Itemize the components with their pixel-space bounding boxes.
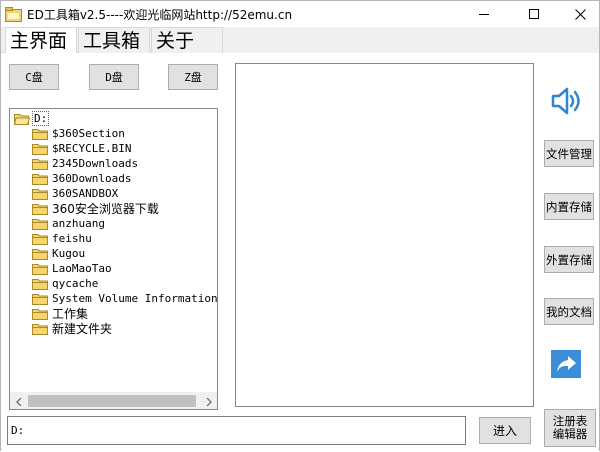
tab-strip: 主界面 工具箱 关于 (1, 27, 599, 54)
tree-folder-item[interactable]: Kugou (32, 246, 85, 261)
title-bar: ED工具箱v2.5----欢迎光临网站http://52emu.cn (1, 1, 599, 27)
main-panel: C盘 D盘 Z盘 D: $360Section $RECYCLE.BIN 2345D… (1, 53, 599, 452)
tree-folder-item[interactable]: anzhuang (32, 216, 105, 231)
preview-area (235, 63, 534, 407)
enter-button[interactable]: 进入 (479, 417, 531, 444)
share-button[interactable] (551, 350, 581, 378)
folder-icon (32, 233, 48, 245)
maximize-button[interactable] (511, 1, 557, 27)
tree-folder-item[interactable]: feishu (32, 231, 92, 246)
tab-strip-fill (223, 27, 599, 53)
folder-tree[interactable]: D: $360Section $RECYCLE.BIN 2345Downloads 3… (9, 108, 218, 410)
app-window: ED工具箱v2.5----欢迎光临网站http://52emu.cn 主界面 工… (0, 0, 600, 452)
tree-folder-label: 2345Downloads (52, 157, 139, 170)
chevron-left-icon (15, 397, 21, 406)
tree-folder-item[interactable]: System Volume Information (32, 291, 217, 306)
maximize-icon (528, 8, 539, 19)
tree-folder-label: 360安全浏览器下载 (52, 202, 159, 216)
window-title: ED工具箱v2.5----欢迎光临网站http://52emu.cn (27, 8, 293, 22)
tree-folder-label: 360SANDBOX (52, 187, 119, 200)
share-arrow-icon (557, 356, 576, 372)
folder-icon (32, 308, 48, 320)
folder-icon (32, 128, 48, 140)
scroll-thumb[interactable] (28, 395, 196, 407)
tree-folder-item[interactable]: $360Section (32, 126, 125, 141)
tree-folder-item[interactable]: 2345Downloads (32, 156, 138, 171)
folder-icon (32, 278, 48, 290)
tree-folder-label: 360Downloads (52, 172, 132, 185)
path-input[interactable] (7, 416, 466, 445)
tree-folder-label: $360Section (52, 127, 125, 140)
app-icon (5, 7, 22, 22)
tree-folder-item[interactable]: $RECYCLE.BIN (32, 141, 131, 156)
minimize-icon (478, 13, 489, 15)
folder-icon (32, 218, 48, 230)
folder-icon (32, 293, 48, 305)
tree-folder-item[interactable]: qycache (32, 276, 98, 291)
horizontal-scrollbar[interactable] (10, 392, 217, 409)
scroll-right-arrow[interactable] (200, 393, 217, 409)
drive-c-button[interactable]: C盘 (9, 64, 59, 90)
speaker-icon[interactable] (549, 85, 585, 117)
tree-folder-label: feishu (52, 232, 92, 245)
tab-main[interactable]: 主界面 (5, 27, 77, 54)
tree-folder-item[interactable]: LaoMaoTao (32, 261, 112, 276)
folder-icon (32, 248, 48, 260)
close-icon (574, 8, 586, 20)
drive-z-button[interactable]: Z盘 (168, 64, 218, 90)
tree-folder-item[interactable]: 工作集 (32, 306, 88, 321)
folder-icon (32, 158, 48, 170)
tree-folder-item[interactable]: 新建文件夹 (32, 321, 112, 336)
tree-folder-item[interactable]: 360Downloads (32, 171, 131, 186)
tab-toolbox[interactable]: 工具箱 (78, 27, 150, 53)
tree-folder-item[interactable]: 360安全浏览器下载 (32, 201, 159, 216)
tree-folder-label: Kugou (52, 247, 86, 260)
folder-icon (32, 203, 48, 215)
folder-icon (32, 263, 48, 275)
scroll-left-arrow[interactable] (10, 393, 27, 409)
tree-folder-label: LaoMaoTao (52, 262, 112, 275)
chevron-right-icon (206, 397, 212, 406)
folder-icon (32, 143, 48, 155)
tab-about[interactable]: 关于 (151, 27, 223, 53)
minimize-button[interactable] (461, 1, 507, 27)
tree-folder-label: $RECYCLE.BIN (52, 142, 132, 155)
file-manager-button[interactable]: 文件管理 (544, 140, 594, 167)
tree-root-label: D: (32, 111, 50, 126)
tree-folder-label: 新建文件夹 (52, 322, 113, 336)
drive-d-button[interactable]: D盘 (89, 64, 139, 90)
folder-icon (32, 323, 48, 335)
tree-root[interactable]: D: (14, 111, 50, 126)
tree-folder-label: qycache (52, 277, 99, 290)
registry-editor-button[interactable]: 注册表编辑器 (544, 409, 596, 447)
tree-folder-label: anzhuang (52, 217, 105, 230)
folder-icon (32, 188, 48, 200)
internal-storage-button[interactable]: 内置存储 (544, 193, 594, 220)
folder-icon (32, 173, 48, 185)
close-button[interactable] (557, 1, 600, 27)
external-storage-button[interactable]: 外置存储 (544, 246, 594, 273)
my-documents-button[interactable]: 我的文档 (544, 298, 594, 325)
folder-tree-rows: D: $360Section $RECYCLE.BIN 2345Downloads 3… (10, 109, 217, 392)
open-folder-icon (14, 113, 30, 125)
tree-folder-item[interactable]: 360SANDBOX (32, 186, 118, 201)
tree-folder-label: System Volume Information (52, 292, 217, 305)
